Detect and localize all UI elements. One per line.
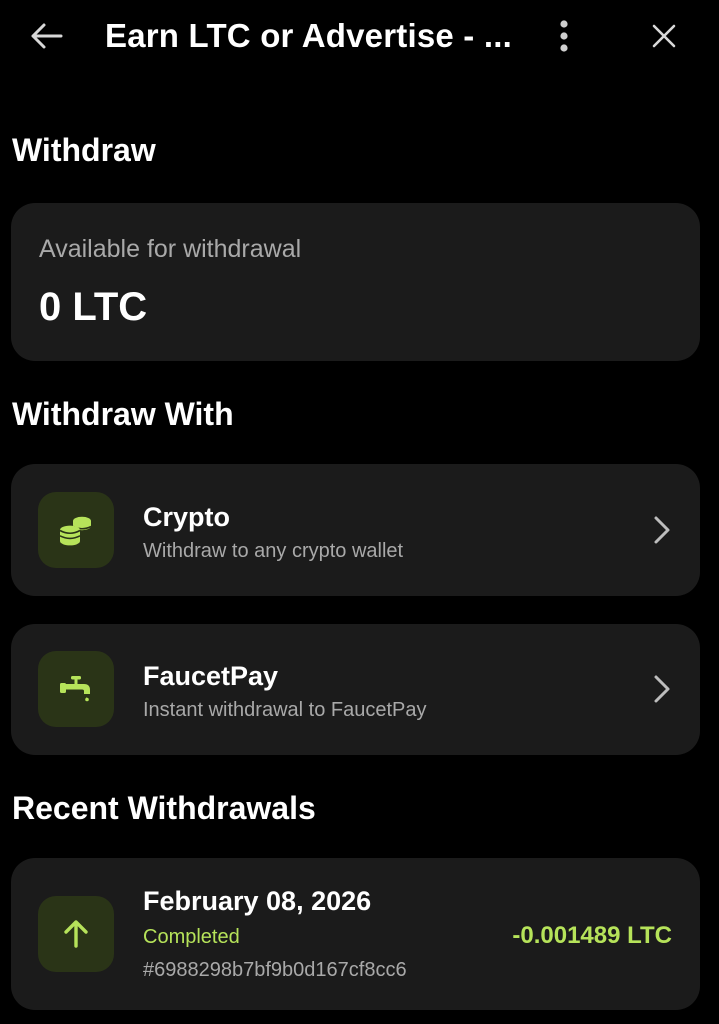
withdraw-with-heading: Withdraw With (12, 396, 234, 432)
chevron-right-icon (650, 671, 674, 707)
more-options-button[interactable] (548, 14, 580, 58)
back-button[interactable] (26, 18, 66, 54)
method-subtitle: Withdraw to any crypto wallet (143, 540, 404, 562)
faucet-icon (60, 676, 90, 702)
withdrawal-date: February 08, 2026 (143, 886, 372, 916)
close-icon (652, 24, 676, 48)
arrow-left-icon (31, 23, 63, 49)
chevron-right-icon (650, 512, 674, 548)
balance-card: Available for withdrawal 0 LTC (11, 203, 700, 361)
close-button[interactable] (644, 16, 684, 56)
withdrawal-status: Completed (143, 926, 240, 948)
method-crypto[interactable]: Crypto Withdraw to any crypto wallet (11, 464, 700, 596)
method-faucetpay[interactable]: FaucetPay Instant withdrawal to FaucetPa… (11, 624, 700, 755)
withdrawal-list-item[interactable]: February 08, 2026 Completed #6988298b7bf… (11, 858, 700, 1010)
withdraw-heading: Withdraw (12, 132, 156, 168)
recent-withdrawals-heading: Recent Withdrawals (12, 790, 316, 826)
balance-value: 0 LTC (39, 285, 148, 329)
method-title: Crypto (143, 502, 230, 532)
coins-icon (59, 516, 92, 546)
arrow-up-icon (64, 920, 88, 948)
method-icon-wrap (38, 651, 114, 727)
balance-label: Available for withdrawal (39, 235, 302, 263)
top-app-bar: Earn LTC or Advertise - ... (0, 0, 719, 72)
method-subtitle: Instant withdrawal to FaucetPay (143, 699, 427, 721)
method-icon-wrap (38, 492, 114, 568)
more-vertical-icon (560, 20, 568, 52)
withdrawal-id: #6988298b7bf9b0d167cf8cc6 (143, 959, 407, 981)
withdrawal-icon-wrap (38, 896, 114, 972)
method-title: FaucetPay (143, 661, 279, 691)
withdrawal-amount: -0.001489 LTC (512, 922, 672, 949)
page-title: Earn LTC or Advertise - ... (105, 17, 512, 54)
